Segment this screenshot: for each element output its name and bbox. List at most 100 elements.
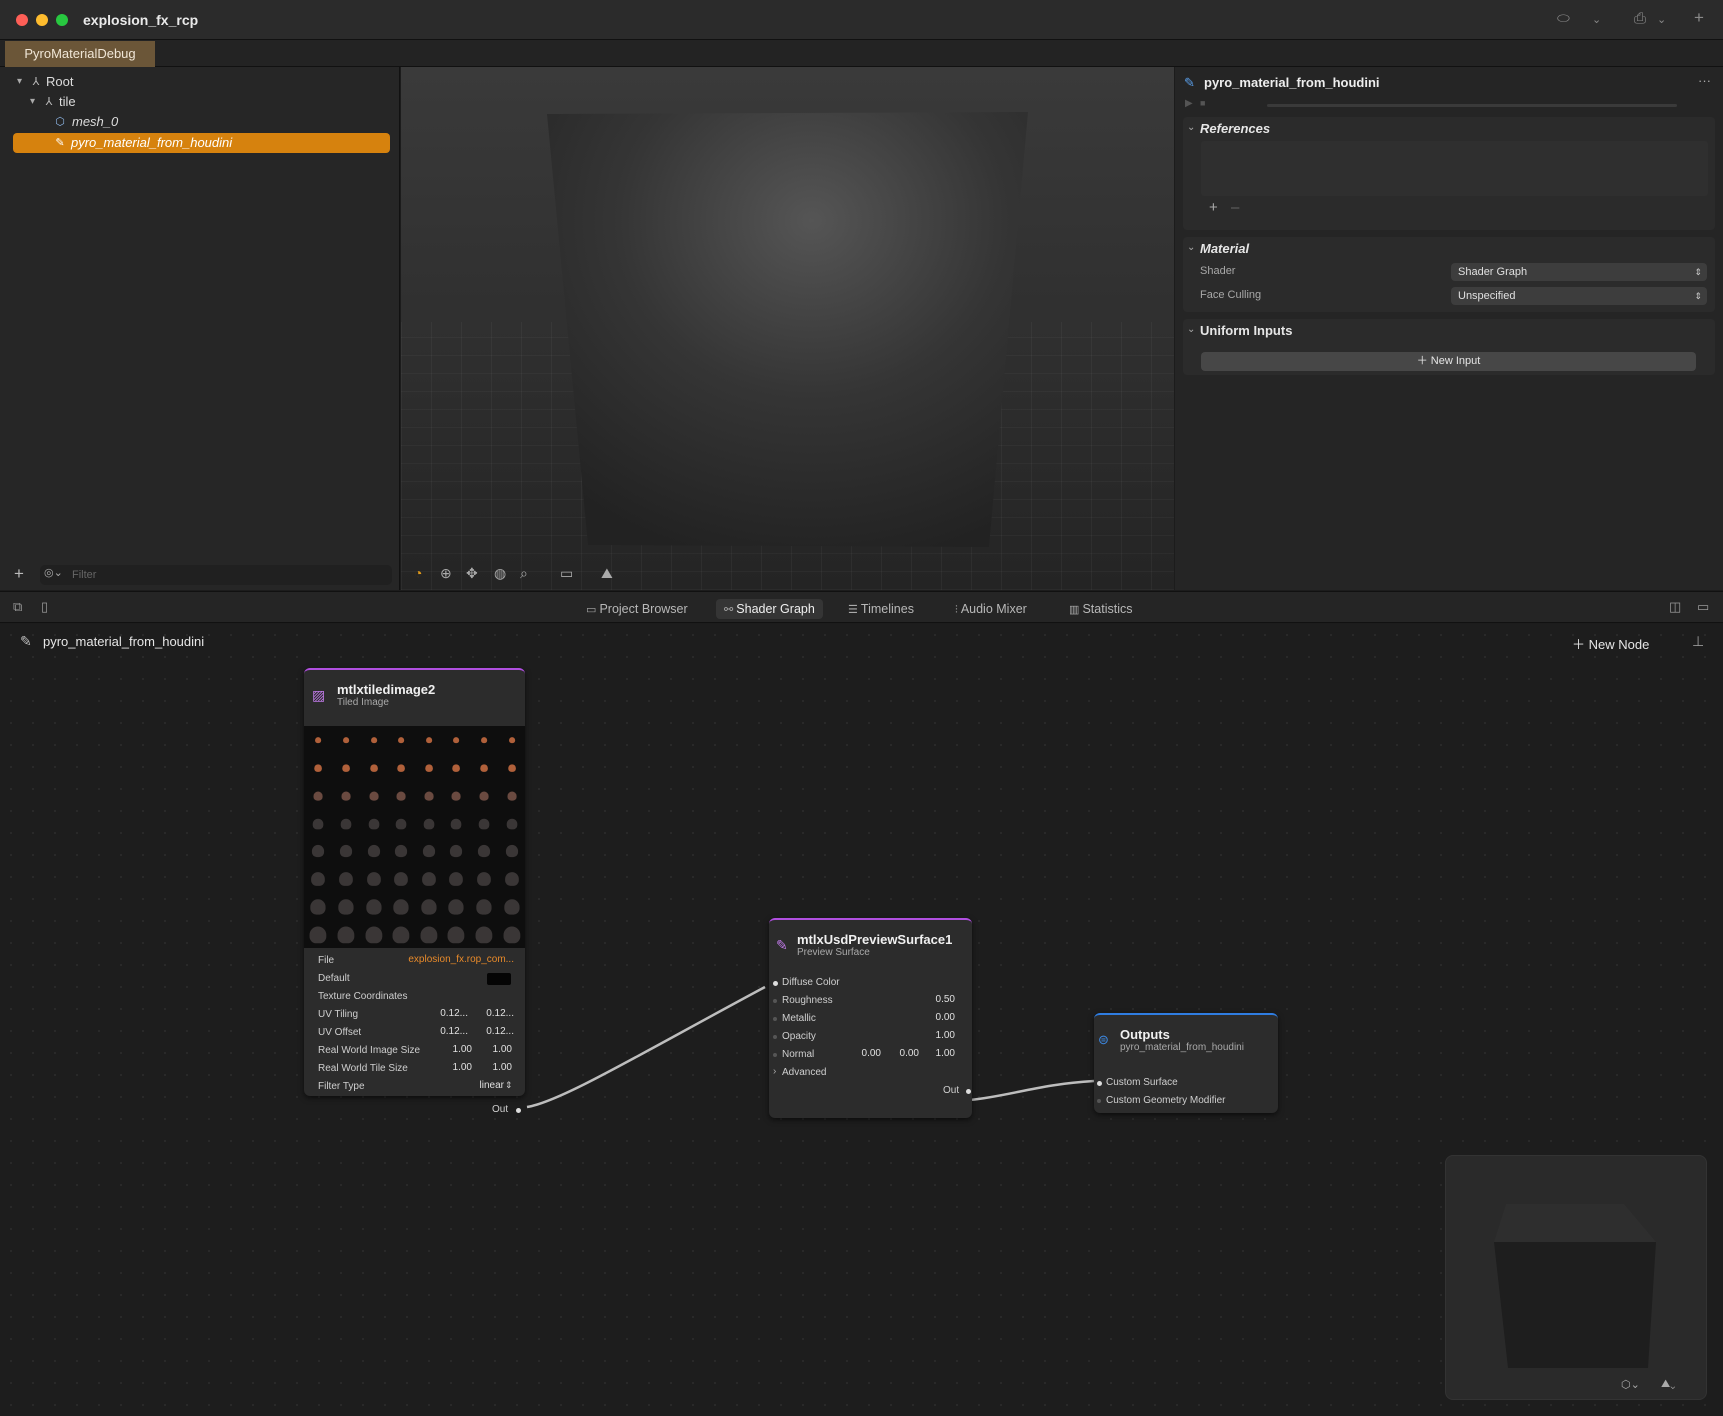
chevron-down-icon[interactable]: ⌄ (1187, 242, 1195, 253)
scene-tab[interactable]: PyroMaterialDebug (5, 41, 155, 67)
zoom-window-button[interactable] (56, 14, 68, 26)
tree-item-root[interactable]: ▾ ⅄ Root (17, 72, 317, 92)
custom-surface-port[interactable] (1097, 1081, 1102, 1086)
node-title: mtlxtiledimage2 (337, 682, 436, 697)
select-icon[interactable]: ⊕ (440, 565, 452, 582)
normal-port[interactable] (773, 1053, 777, 1057)
windows-icon[interactable]: ⧉ (13, 599, 22, 615)
image-icon: ▨ (312, 687, 326, 703)
uv-tiling-y[interactable]: 0.12... (470, 1008, 514, 1019)
stop-icon[interactable]: ■ (1200, 98, 1205, 108)
roughness-port[interactable] (773, 999, 777, 1003)
filter-input[interactable]: Filter (40, 565, 392, 585)
tab-project-browser[interactable]: ▭ Project Browser (578, 599, 696, 619)
material-brush-icon: ✎ (1184, 75, 1195, 90)
remove-reference-button[interactable]: – (1231, 199, 1239, 216)
move-icon[interactable]: ✥ (466, 565, 478, 582)
file-value[interactable]: explosion_fx.rop_com... (384, 954, 514, 965)
title-bar: explosion_fx_rcp ⬭ ⌄ ⎙ ⌄ + (0, 0, 1723, 40)
texture-frame (387, 754, 415, 782)
rw-tile-size-x[interactable]: 1.00 (434, 1062, 472, 1073)
chevron-right-icon[interactable]: › (773, 1066, 776, 1077)
texture-frame (332, 726, 360, 754)
out-port[interactable] (966, 1089, 971, 1094)
chevron-down-icon[interactable]: ▾ (30, 92, 40, 112)
default-label: Default (318, 973, 350, 984)
tree-item-tile[interactable]: ▾ ⅄ tile (30, 92, 330, 112)
face-culling-select[interactable]: Unspecified ⇕ (1451, 287, 1707, 305)
texture-frame (497, 809, 525, 837)
connection-surface-to-output (969, 1079, 1095, 1102)
tree-item-material-selected[interactable]: ✎ pyro_material_from_houdini (13, 133, 390, 153)
environment-icon[interactable]: ⛰⌄ (1661, 1378, 1675, 1391)
timeline-scrubber[interactable] (1267, 104, 1677, 107)
add-entity-icon[interactable]: + (14, 564, 24, 584)
orbit-icon[interactable]: ◔ (414, 565, 422, 581)
tab-statistics[interactable]: ▥ Statistics (1061, 599, 1140, 619)
diffuse-port[interactable] (773, 981, 778, 986)
chevron-down-icon[interactable]: ⌄ (1187, 122, 1195, 133)
texture-frame (470, 782, 498, 810)
close-window-button[interactable] (16, 14, 28, 26)
advanced-toggle[interactable]: Advanced (782, 1066, 826, 1080)
opacity-port[interactable] (773, 1035, 777, 1039)
texture-frame (442, 726, 470, 754)
out-port[interactable] (516, 1108, 521, 1113)
sidebar-icon[interactable]: ▯ (41, 599, 48, 615)
uv-offset-y[interactable]: 0.12... (470, 1026, 514, 1037)
rw-tile-size-label: Real World Tile Size (318, 1063, 408, 1074)
camera-icon[interactable]: ⎙ (1634, 10, 1646, 27)
add-reference-button[interactable]: + (1209, 199, 1218, 216)
node-preview-surface[interactable]: ✎ mtlxUsdPreviewSurface1 Preview Surface… (769, 918, 972, 1118)
tab-shader-graph[interactable]: ⚯ Shader Graph (716, 599, 823, 619)
headset-icon[interactable]: ⬭ (1557, 10, 1570, 27)
rw-tile-size-y[interactable]: 1.00 (474, 1062, 512, 1073)
uv-tiling-x[interactable]: 0.12... (424, 1008, 468, 1019)
roughness-value[interactable]: 0.50 (909, 994, 955, 1005)
rw-image-size-y[interactable]: 1.00 (474, 1044, 512, 1055)
minimize-window-button[interactable] (36, 14, 48, 26)
rotate-icon[interactable]: ◍ (494, 565, 506, 582)
node-tiled-image[interactable]: ▨ mtlxtiledimage2 Tiled Image File explo… (304, 668, 525, 1115)
opacity-value[interactable]: 1.00 (909, 1030, 955, 1041)
zoom-icon[interactable]: ⌕ (520, 565, 528, 582)
uv-offset-x[interactable]: 0.12... (424, 1026, 468, 1037)
shader-select[interactable]: Shader Graph ⇕ (1451, 263, 1707, 281)
environment-icon[interactable]: ⛰ (601, 565, 613, 582)
viewport-3d[interactable] (401, 67, 1174, 590)
material-preview[interactable]: ⬡⌄ ⛰⌄ (1445, 1155, 1707, 1400)
chevron-down-icon[interactable]: ⌄ (1592, 13, 1601, 26)
custom-geometry-port[interactable] (1097, 1099, 1101, 1103)
filter-type-select[interactable]: linear (454, 1080, 504, 1091)
tree-item-label: pyro_material_from_houdini (71, 135, 233, 150)
chevron-down-icon[interactable]: ⌄ (1657, 13, 1666, 26)
texture-frame (470, 920, 498, 948)
texture-frame (332, 782, 360, 810)
metallic-port[interactable] (773, 1017, 777, 1021)
node-outputs[interactable]: ⊜ Outputs pyro_material_from_houdini Cus… (1094, 1013, 1278, 1113)
chevron-down-icon[interactable]: ⌄ (1187, 324, 1195, 335)
tab-timelines[interactable]: ☰ Timelines (840, 599, 922, 619)
references-list[interactable] (1201, 141, 1708, 196)
default-color-swatch[interactable] (487, 973, 511, 985)
rw-image-size-x[interactable]: 1.00 (434, 1044, 472, 1055)
new-input-button[interactable]: ＋ New Input (1201, 352, 1696, 371)
tab-audio-mixer[interactable]: ⫶ Audio Mixer (947, 599, 1035, 619)
tree-item-mesh[interactable]: ⬡ mesh_0 (53, 112, 353, 132)
normal-z[interactable]: 1.00 (917, 1048, 955, 1059)
texture-frame (415, 809, 443, 837)
filter-options-icon[interactable]: ◎⌄ (44, 566, 63, 579)
cube-icon[interactable]: ⬡⌄ (1621, 1378, 1640, 1391)
metallic-value[interactable]: 0.00 (909, 1012, 955, 1023)
play-icon[interactable]: ▶ (1185, 98, 1193, 109)
normal-y[interactable]: 0.00 (879, 1048, 919, 1059)
inspector-toggle-icon[interactable]: ◫ (1669, 599, 1681, 615)
bottom-panel-toggle-icon[interactable]: ▭ (1697, 599, 1709, 615)
camera-icon[interactable]: ▭ (560, 565, 573, 582)
normal-x[interactable]: 0.00 (841, 1048, 881, 1059)
more-options-icon[interactable]: ··· (1698, 73, 1711, 88)
updown-icon: ⇕ (505, 1080, 513, 1090)
material-brush-icon: ✎ (776, 937, 788, 953)
add-icon[interactable]: + (1694, 8, 1704, 28)
chevron-down-icon[interactable]: ▾ (17, 72, 27, 92)
